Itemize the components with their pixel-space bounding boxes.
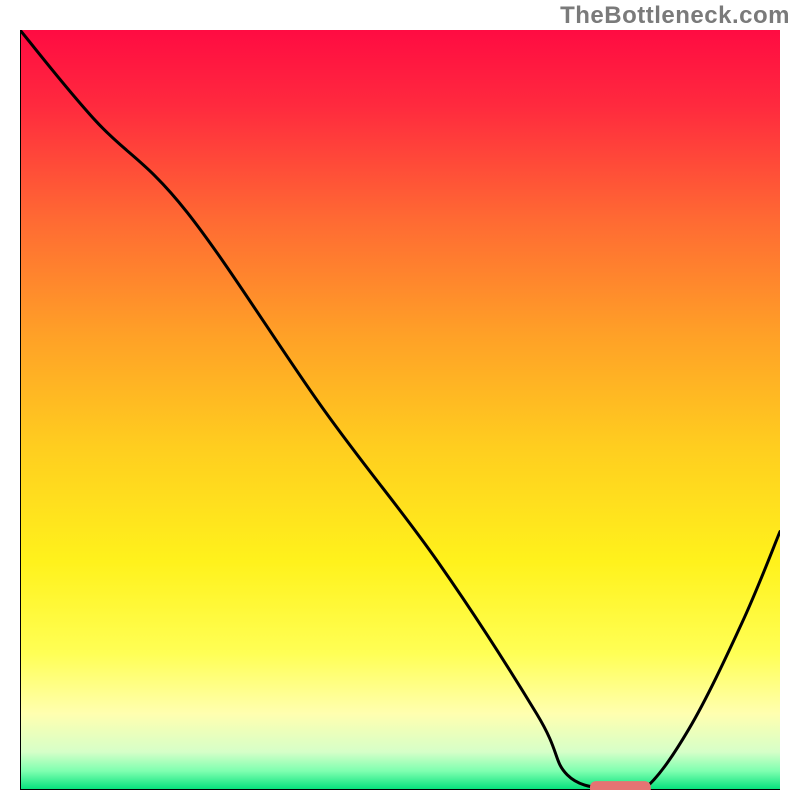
chart-plot xyxy=(20,30,780,790)
chart-root: TheBottleneck.com xyxy=(0,0,800,800)
watermark-label: TheBottleneck.com xyxy=(560,2,790,30)
chart-background xyxy=(20,30,780,790)
optimal-range-marker xyxy=(590,781,651,790)
chart-svg xyxy=(20,30,780,790)
